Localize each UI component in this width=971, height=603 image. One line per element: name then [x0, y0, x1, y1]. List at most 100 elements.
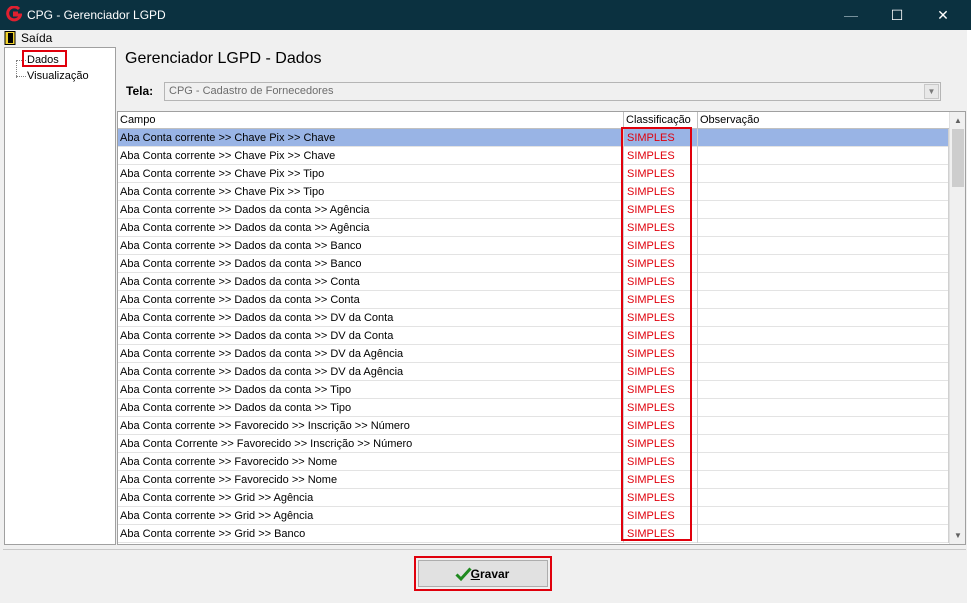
cell-observacao[interactable] — [698, 489, 949, 507]
vertical-scrollbar[interactable]: ▲ ▼ — [949, 112, 965, 544]
cell-campo[interactable]: Aba Conta corrente >> Dados da conta >> … — [118, 237, 624, 255]
minimize-button[interactable]: — — [828, 0, 874, 30]
table-row[interactable]: Aba Conta corrente >> Dados da conta >> … — [118, 291, 949, 309]
cell-observacao[interactable] — [698, 183, 949, 201]
cell-observacao[interactable] — [698, 219, 949, 237]
cell-observacao[interactable] — [698, 417, 949, 435]
cell-observacao[interactable] — [698, 273, 949, 291]
save-button[interactable]: Gravar — [418, 560, 548, 587]
table-row[interactable]: Aba Conta corrente >> Chave Pix >> Tipo S… — [118, 165, 949, 183]
table-row[interactable]: Aba Conta corrente >> Dados da conta >> … — [118, 237, 949, 255]
table-row[interactable]: Aba Conta corrente >> Dados da conta >> … — [118, 345, 949, 363]
cell-campo[interactable]: Aba Conta corrente >> Chave Pix >> Tipo — [118, 165, 624, 183]
cell-classificacao[interactable]: SIMPLES — [624, 417, 698, 435]
cell-campo[interactable]: Aba Conta Corrente >> Favorecido >> Insc… — [118, 435, 624, 453]
cell-campo[interactable]: Aba Conta corrente >> Dados da conta >> … — [118, 399, 624, 417]
maximize-button[interactable]: ☐ — [874, 0, 920, 30]
cell-classificacao[interactable]: SIMPLES — [624, 219, 698, 237]
table-row[interactable]: Aba Conta corrente >> Dados da conta >> … — [118, 363, 949, 381]
cell-observacao[interactable] — [698, 291, 949, 309]
cell-campo[interactable]: Aba Conta corrente >> Dados da conta >> … — [118, 363, 624, 381]
cell-classificacao[interactable]: SIMPLES — [624, 471, 698, 489]
table-row[interactable]: Aba Conta corrente >> Grid >> Banco SIMPL… — [118, 525, 949, 543]
table-row[interactable]: Aba Conta corrente >> Dados da conta >> … — [118, 219, 949, 237]
cell-observacao[interactable] — [698, 327, 949, 345]
column-header-classificacao[interactable]: Classificação — [624, 112, 698, 129]
cell-classificacao[interactable]: SIMPLES — [624, 435, 698, 453]
table-row[interactable]: Aba Conta corrente >> Favorecido >> Nome… — [118, 471, 949, 489]
cell-classificacao[interactable]: SIMPLES — [624, 165, 698, 183]
cell-campo[interactable]: Aba Conta corrente >> Dados da conta >> … — [118, 345, 624, 363]
cell-campo[interactable]: Aba Conta corrente >> Favorecido >> Nome — [118, 453, 624, 471]
column-header-campo[interactable]: Campo — [118, 112, 624, 129]
cell-classificacao[interactable]: SIMPLES — [624, 507, 698, 525]
cell-classificacao[interactable]: SIMPLES — [624, 237, 698, 255]
table-row[interactable]: Aba Conta Corrente >> Favorecido >> Insc… — [118, 435, 949, 453]
cell-observacao[interactable] — [698, 201, 949, 219]
cell-observacao[interactable] — [698, 471, 949, 489]
cell-classificacao[interactable]: SIMPLES — [624, 327, 698, 345]
cell-observacao[interactable] — [698, 237, 949, 255]
cell-classificacao[interactable]: SIMPLES — [624, 255, 698, 273]
table-row[interactable]: Aba Conta corrente >> Grid >> Agência SIM… — [118, 489, 949, 507]
cell-observacao[interactable] — [698, 129, 949, 147]
cell-observacao[interactable] — [698, 399, 949, 417]
cell-classificacao[interactable]: SIMPLES — [624, 291, 698, 309]
table-row[interactable]: Aba Conta corrente >> Favorecido >> Nome… — [118, 453, 949, 471]
column-header-observacao[interactable]: Observação — [698, 112, 949, 129]
table-row[interactable]: Aba Conta corrente >> Dados da conta >> … — [118, 273, 949, 291]
cell-classificacao[interactable]: SIMPLES — [624, 363, 698, 381]
cell-classificacao[interactable]: SIMPLES — [624, 381, 698, 399]
cell-campo[interactable]: Aba Conta corrente >> Chave Pix >> Chave — [118, 129, 624, 147]
table-row[interactable]: Aba Conta corrente >> Chave Pix >> Tipo S… — [118, 183, 949, 201]
cell-campo[interactable]: Aba Conta corrente >> Dados da conta >> … — [118, 273, 624, 291]
cell-campo[interactable]: Aba Conta corrente >> Favorecido >> Nome — [118, 471, 624, 489]
table-row[interactable]: Aba Conta corrente >> Dados da conta >> … — [118, 201, 949, 219]
scrollbar-thumb[interactable] — [952, 129, 964, 187]
cell-classificacao[interactable]: SIMPLES — [624, 489, 698, 507]
cell-observacao[interactable] — [698, 435, 949, 453]
cell-classificacao[interactable]: SIMPLES — [624, 201, 698, 219]
cell-campo[interactable]: Aba Conta corrente >> Chave Pix >> Chave — [118, 147, 624, 165]
cell-observacao[interactable] — [698, 363, 949, 381]
table-row[interactable]: Aba Conta corrente >> Grid >> Agência SIM… — [118, 507, 949, 525]
chevron-down-icon[interactable]: ▼ — [924, 84, 939, 99]
tree-item-visualizacao[interactable]: Visualização — [27, 70, 89, 82]
scroll-down-arrow-icon[interactable]: ▼ — [950, 527, 965, 544]
cell-observacao[interactable] — [698, 309, 949, 327]
table-row[interactable]: Aba Conta corrente >> Dados da conta >> … — [118, 309, 949, 327]
table-row[interactable]: Aba Conta corrente >> Chave Pix >> Chave… — [118, 147, 949, 165]
cell-observacao[interactable] — [698, 345, 949, 363]
cell-campo[interactable]: Aba Conta corrente >> Grid >> Agência — [118, 489, 624, 507]
cell-classificacao[interactable]: SIMPLES — [624, 129, 698, 147]
cell-campo[interactable]: Aba Conta corrente >> Grid >> Agência — [118, 507, 624, 525]
close-button[interactable]: ✕ — [920, 0, 966, 30]
cell-classificacao[interactable]: SIMPLES — [624, 309, 698, 327]
table-row[interactable]: Aba Conta corrente >> Chave Pix >> Chave… — [118, 129, 949, 147]
cell-classificacao[interactable]: SIMPLES — [624, 273, 698, 291]
table-row[interactable]: Aba Conta corrente >> Favorecido >> Insc… — [118, 417, 949, 435]
cell-classificacao[interactable]: SIMPLES — [624, 345, 698, 363]
cell-observacao[interactable] — [698, 255, 949, 273]
cell-classificacao[interactable]: SIMPLES — [624, 399, 698, 417]
cell-classificacao[interactable]: SIMPLES — [624, 183, 698, 201]
cell-observacao[interactable] — [698, 165, 949, 183]
table-row[interactable]: Aba Conta corrente >> Dados da conta >> … — [118, 381, 949, 399]
cell-observacao[interactable] — [698, 453, 949, 471]
cell-campo[interactable]: Aba Conta corrente >> Chave Pix >> Tipo — [118, 183, 624, 201]
cell-observacao[interactable] — [698, 147, 949, 165]
table-row[interactable]: Aba Conta corrente >> Dados da conta >> … — [118, 327, 949, 345]
cell-campo[interactable]: Aba Conta corrente >> Dados da conta >> … — [118, 327, 624, 345]
cell-campo[interactable]: Aba Conta corrente >> Dados da conta >> … — [118, 255, 624, 273]
tela-select[interactable]: CPG - Cadastro de Fornecedores ▼ — [164, 82, 941, 101]
cell-campo[interactable]: Aba Conta corrente >> Dados da conta >> … — [118, 291, 624, 309]
cell-classificacao[interactable]: SIMPLES — [624, 147, 698, 165]
cell-campo[interactable]: Aba Conta corrente >> Favorecido >> Insc… — [118, 417, 624, 435]
cell-classificacao[interactable]: SIMPLES — [624, 453, 698, 471]
scroll-up-arrow-icon[interactable]: ▲ — [950, 112, 965, 129]
cell-campo[interactable]: Aba Conta corrente >> Dados da conta >> … — [118, 219, 624, 237]
table-row[interactable]: Aba Conta corrente >> Dados da conta >> … — [118, 255, 949, 273]
table-row[interactable]: Aba Conta corrente >> Dados da conta >> … — [118, 399, 949, 417]
cell-campo[interactable]: Aba Conta corrente >> Dados da conta >> … — [118, 381, 624, 399]
cell-campo[interactable]: Aba Conta corrente >> Grid >> Banco — [118, 525, 624, 543]
